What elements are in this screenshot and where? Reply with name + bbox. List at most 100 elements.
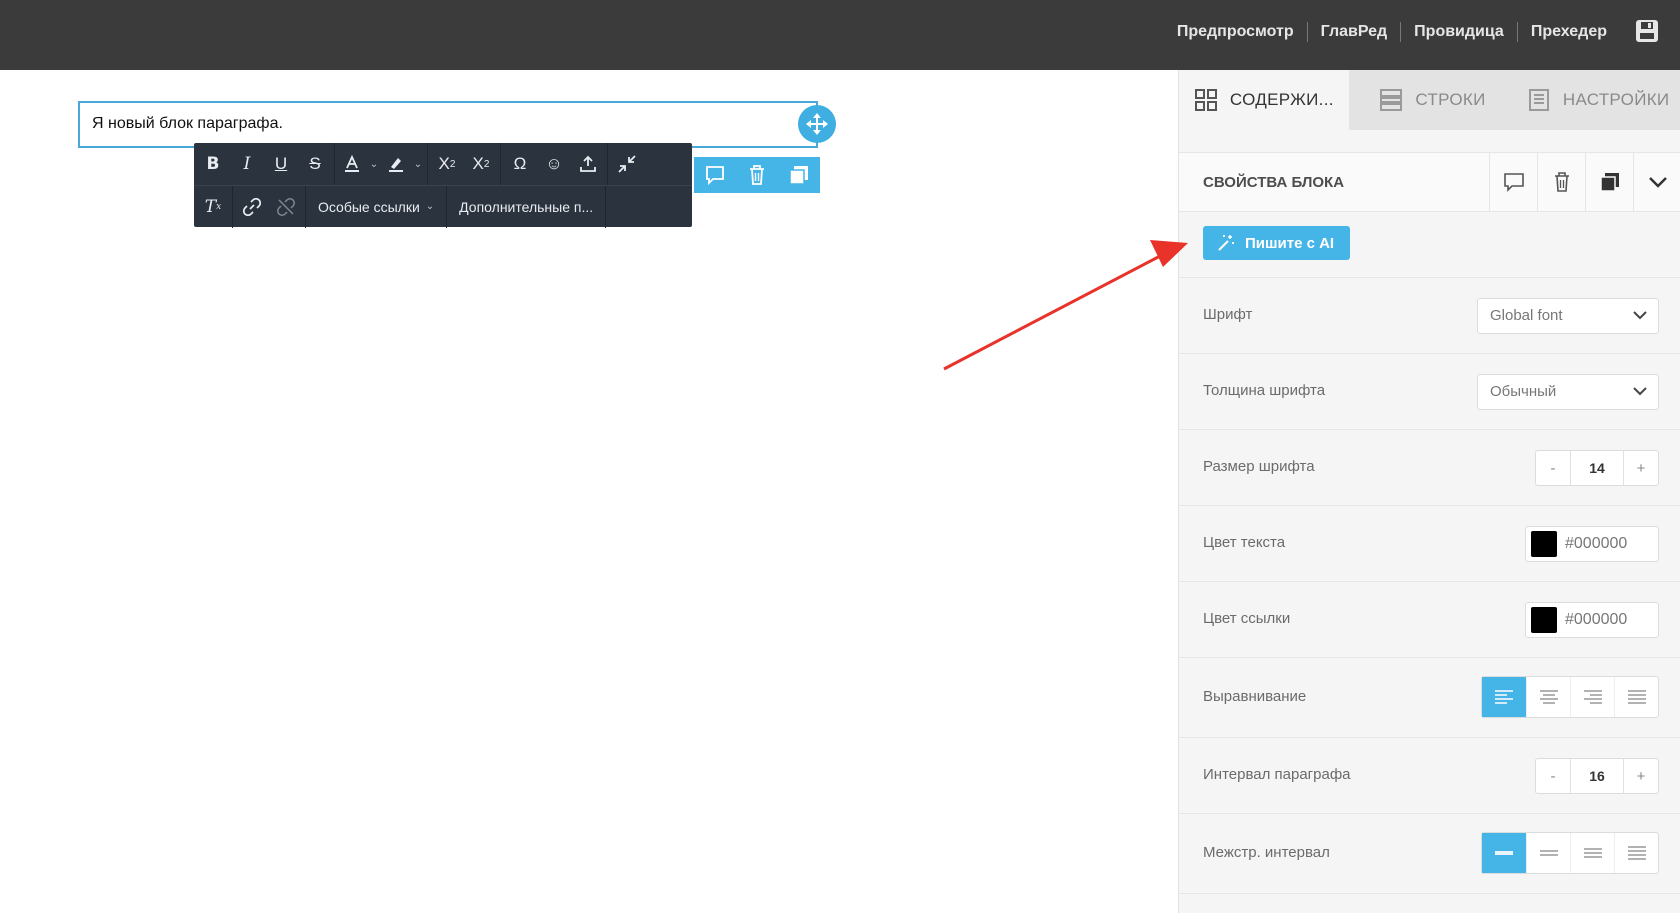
glavred-link[interactable]: ГлавРед — [1308, 22, 1402, 42]
sidebar-tabs: СОДЕРЖИ... СТРОКИ НАСТРОЙКИ — [1179, 70, 1680, 130]
chevron-down-icon[interactable]: ⌄ — [367, 143, 381, 185]
strikethrough-icon[interactable]: S — [298, 143, 332, 185]
emoji-icon[interactable]: ☺ — [537, 143, 571, 185]
chevron-down-icon[interactable]: ⌄ — [411, 143, 425, 185]
collapse-icon[interactable] — [610, 143, 644, 185]
subscript-icon[interactable]: X2 — [464, 143, 498, 185]
font-size-row: Размер шрифта - 14 + — [1179, 430, 1680, 506]
increase-button[interactable]: + — [1624, 451, 1658, 485]
paragraph-spacing-label: Интервал параграфа — [1203, 766, 1351, 783]
duplicate-icon[interactable] — [1585, 153, 1633, 211]
align-center-icon[interactable] — [1526, 677, 1570, 717]
tab-content-label: СОДЕРЖИ... — [1229, 90, 1334, 109]
paragraph-spacing-stepper: - 16 + — [1535, 758, 1659, 794]
ai-row: Пишите с AI — [1179, 212, 1680, 278]
line-height-wide-icon[interactable] — [1570, 833, 1614, 873]
line-height-group — [1481, 832, 1659, 874]
line-height-label: Межстр. интервал — [1203, 844, 1330, 861]
align-justify-icon[interactable] — [1614, 677, 1658, 717]
preheader-link[interactable]: Прехедер — [1518, 22, 1620, 42]
font-value: Global font — [1490, 307, 1563, 324]
sidebar: СОДЕРЖИ... СТРОКИ НАСТРОЙКИ СВОЙСТВА БЛО… — [1178, 70, 1680, 913]
chevron-down-icon[interactable] — [1633, 153, 1680, 211]
alignment-group — [1481, 676, 1659, 718]
paragraph-text[interactable]: Я новый блок параграфа. — [92, 115, 283, 132]
text-color-icon[interactable] — [337, 143, 367, 185]
write-with-ai-button[interactable]: Пишите с AI — [1203, 226, 1351, 260]
increase-button[interactable]: + — [1624, 759, 1658, 793]
highlight-icon[interactable] — [381, 143, 411, 185]
text-color-picker[interactable]: #000000 — [1525, 526, 1659, 562]
special-char-icon[interactable]: Ω — [503, 143, 537, 185]
link-color-label: Цвет ссылки — [1203, 610, 1291, 627]
font-label: Шрифт — [1203, 306, 1253, 323]
align-left-icon[interactable] — [1482, 677, 1526, 717]
color-swatch[interactable] — [1531, 531, 1557, 557]
font-weight-label: Толщина шрифта — [1203, 382, 1326, 399]
block-properties-header: СВОЙСТВА БЛОКА — [1179, 152, 1680, 212]
tab-content[interactable]: СОДЕРЖИ... — [1179, 70, 1349, 130]
more-options-label: Дополнительные п... — [459, 198, 594, 215]
link-icon[interactable] — [235, 186, 269, 228]
tab-rows[interactable]: СТРОКИ — [1348, 70, 1517, 130]
line-height-normal-icon[interactable] — [1526, 833, 1570, 873]
settings-icon — [1527, 88, 1551, 112]
top-bar: Предпросмотр ГлавРед Провидица Прехедер — [0, 0, 1680, 70]
editor-canvas: Я новый блок параграфа. B I U S ⌄ ⌄ X 2 … — [0, 70, 1178, 913]
superscript-icon[interactable]: X2 — [430, 143, 464, 185]
format-toolbar: B I U S ⌄ ⌄ X2 X2 Ω ☺ T x Особые ссылки … — [194, 143, 692, 228]
font-select[interactable]: Global font — [1477, 298, 1659, 334]
top-nav: Предпросмотр ГлавРед Провидица Прехедер — [1164, 22, 1620, 42]
magic-wand-icon — [1217, 234, 1235, 252]
align-right-icon[interactable] — [1570, 677, 1614, 717]
color-swatch[interactable] — [1531, 607, 1557, 633]
chevron-down-icon: ⌄ — [425, 201, 435, 212]
duplicate-icon[interactable] — [778, 157, 820, 193]
font-weight-value: Обычный — [1490, 383, 1557, 400]
paragraph-spacing-row: Интервал параграфа - 16 + — [1179, 738, 1680, 814]
font-row: Шрифт Global font — [1179, 278, 1680, 354]
clear-format-icon[interactable]: Tx — [196, 186, 230, 228]
font-weight-select[interactable]: Обычный — [1477, 374, 1659, 410]
more-options-dropdown[interactable]: Дополнительные п... — [447, 186, 605, 228]
font-weight-row: Толщина шрифта Обычный — [1179, 354, 1680, 430]
providica-link[interactable]: Провидица — [1401, 22, 1518, 42]
rows-icon — [1379, 88, 1403, 112]
link-color-value[interactable]: #000000 — [1565, 611, 1627, 629]
decrease-button[interactable]: - — [1536, 451, 1570, 485]
comment-icon[interactable] — [694, 157, 736, 193]
tab-rows-label: СТРОКИ — [1415, 90, 1486, 109]
unlink-icon[interactable] — [269, 186, 303, 228]
line-height-widest-icon[interactable] — [1614, 833, 1658, 873]
move-icon[interactable] — [798, 105, 836, 143]
special-links-label: Особые ссылки — [318, 198, 420, 215]
bold-icon[interactable]: B — [196, 143, 230, 185]
font-size-label: Размер шрифта — [1203, 458, 1315, 475]
underline-icon[interactable]: U — [264, 143, 298, 185]
delete-icon[interactable] — [736, 157, 778, 193]
preview-link[interactable]: Предпросмотр — [1164, 22, 1308, 42]
text-color-value[interactable]: #000000 — [1565, 535, 1627, 553]
write-with-ai-label: Пишите с AI — [1245, 234, 1335, 252]
block-properties-title: СВОЙСТВА БЛОКА — [1203, 174, 1345, 191]
block-actions — [694, 157, 820, 193]
link-color-row: Цвет ссылки #000000 — [1179, 582, 1680, 658]
save-icon[interactable] — [1634, 18, 1660, 44]
font-size-value[interactable]: 14 — [1570, 451, 1624, 485]
text-color-row: Цвет текста #000000 — [1179, 506, 1680, 582]
link-color-picker[interactable]: #000000 — [1525, 602, 1659, 638]
special-links-dropdown[interactable]: Особые ссылки ⌄ — [306, 186, 446, 228]
paragraph-spacing-value[interactable]: 16 — [1570, 759, 1624, 793]
comment-icon[interactable] — [1489, 153, 1537, 211]
italic-icon[interactable]: I — [230, 143, 264, 185]
tab-settings[interactable]: НАСТРОЙКИ — [1516, 70, 1680, 130]
paragraph-block[interactable]: Я новый блок параграфа. — [78, 101, 818, 148]
tab-settings-label: НАСТРОЙКИ — [1562, 90, 1670, 109]
alignment-row: Выравнивание — [1179, 658, 1680, 738]
decrease-button[interactable]: - — [1536, 759, 1570, 793]
line-height-row: Межстр. интервал — [1179, 814, 1680, 894]
line-height-compact-icon[interactable] — [1482, 833, 1526, 873]
upload-icon[interactable] — [571, 143, 605, 185]
grid-icon — [1194, 88, 1218, 112]
delete-icon[interactable] — [1537, 153, 1585, 211]
